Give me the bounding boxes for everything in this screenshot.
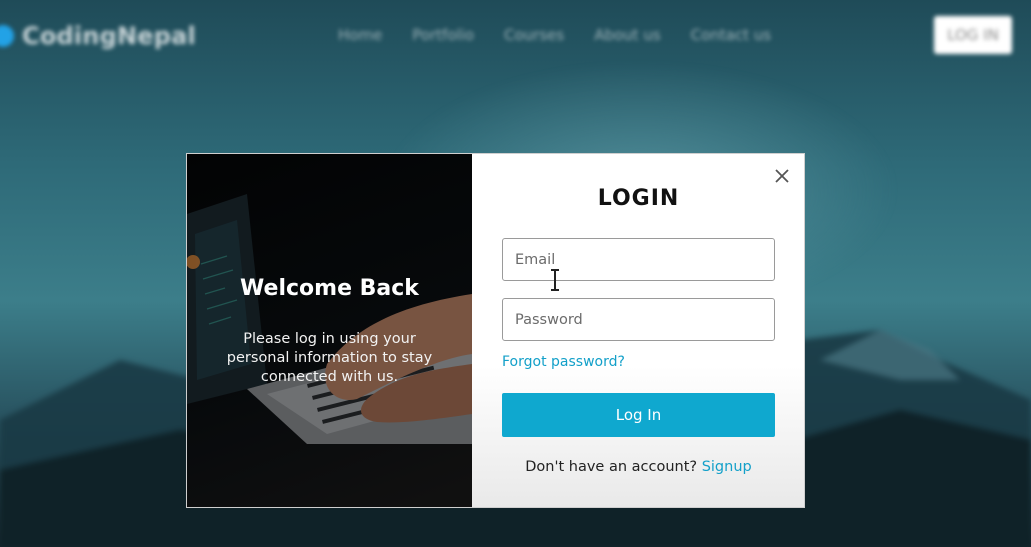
navbar: CodingNepal Home Portfolio Courses About… xyxy=(0,0,1031,72)
password-field[interactable] xyxy=(502,298,775,341)
text-cursor-icon xyxy=(551,269,559,291)
forgot-password-link[interactable]: Forgot password? xyxy=(502,354,625,370)
nav-link-portfolio[interactable]: Portfolio xyxy=(412,26,474,44)
email-field[interactable] xyxy=(502,238,775,281)
welcome-text: Please log in using your personal inform… xyxy=(226,331,433,385)
logo-text: CodingNepal xyxy=(22,22,196,50)
login-button[interactable]: Log In xyxy=(502,393,775,437)
signup-line: Don't have an account? Signup xyxy=(472,459,805,475)
logo[interactable]: CodingNepal xyxy=(0,22,196,50)
logo-icon xyxy=(0,25,14,47)
signup-prompt: Don't have an account? xyxy=(525,459,702,475)
welcome-title: Welcome Back xyxy=(240,276,419,301)
nav-links: Home Portfolio Courses About us Contact … xyxy=(338,26,771,44)
signup-link[interactable]: Signup xyxy=(702,459,752,475)
nav-login-button[interactable]: LOG IN xyxy=(934,16,1012,54)
close-icon[interactable] xyxy=(772,166,792,186)
login-form-panel: LOGIN Forgot password? Log In Don't have… xyxy=(472,154,804,507)
nav-link-contact[interactable]: Contact us xyxy=(691,26,771,44)
nav-link-home[interactable]: Home xyxy=(338,26,382,44)
welcome-panel: Welcome Back Please log in using your pe… xyxy=(187,154,472,507)
login-title: LOGIN xyxy=(597,186,680,211)
nav-link-courses[interactable]: Courses xyxy=(504,26,564,44)
login-modal: Welcome Back Please log in using your pe… xyxy=(186,153,805,508)
nav-link-about[interactable]: About us xyxy=(594,26,660,44)
